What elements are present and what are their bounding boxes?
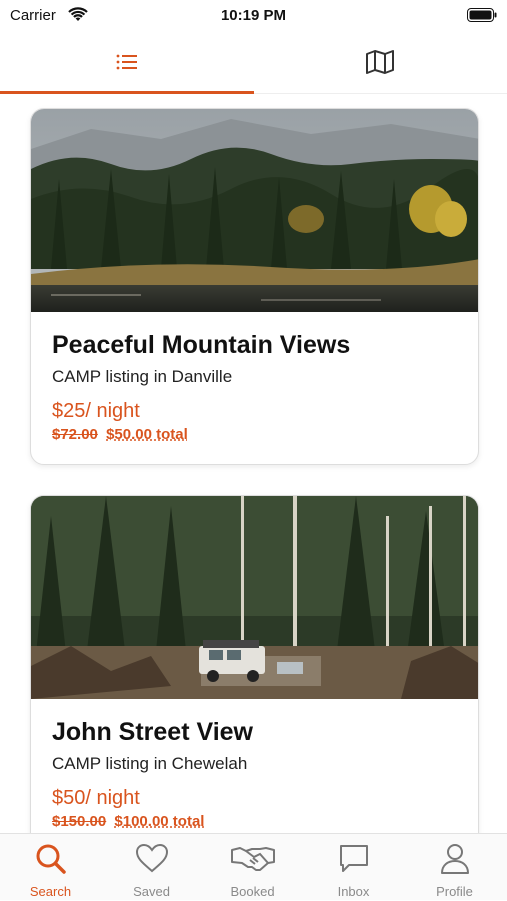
nav-profile[interactable]: Profile: [404, 834, 505, 901]
person-icon: [404, 842, 505, 878]
listing-feed[interactable]: Peaceful Mountain Views CAMP listing in …: [0, 95, 507, 833]
listing-card[interactable]: John Street View CAMP listing in Chewela…: [30, 495, 479, 833]
forest-truck-photo: [31, 496, 478, 699]
chat-icon: [303, 842, 404, 878]
status-bar: Carrier 10:19 PM: [0, 0, 507, 34]
handshake-icon: [202, 842, 303, 878]
nav-inbox[interactable]: Inbox: [303, 834, 404, 901]
lake-forest-photo: [31, 109, 478, 312]
nav-booked[interactable]: Booked: [202, 834, 303, 901]
nav-search[interactable]: Search: [0, 834, 101, 901]
active-tab-indicator: [0, 91, 254, 94]
nav-label: Inbox: [337, 884, 370, 899]
list-icon: [115, 52, 139, 77]
nav-label: Booked: [230, 884, 275, 899]
bottom-tab-bar: Search Saved Booked Inbox Profile: [0, 833, 507, 900]
listing-price: $25/ night: [52, 400, 140, 422]
nav-label: Profile: [436, 884, 473, 899]
listing-totals: $72.00 $50.00 total: [52, 426, 188, 443]
listing-title: Peaceful Mountain Views: [52, 331, 351, 359]
view-toggle-tabs: [0, 34, 507, 94]
discounted-total[interactable]: $100.00 total: [114, 813, 204, 830]
battery-icon: [467, 8, 497, 27]
clock-time: 10:19 PM: [220, 7, 287, 24]
original-total: $72.00: [52, 426, 98, 443]
listing-price: $50/ night: [52, 787, 140, 809]
discounted-total[interactable]: $50.00 total: [106, 426, 188, 443]
nav-saved[interactable]: Saved: [101, 834, 202, 901]
search-icon: [0, 842, 101, 878]
listing-subtitle: CAMP listing in Chewelah: [52, 754, 248, 773]
nav-label: Search: [29, 884, 72, 899]
tab-map-view[interactable]: [253, 34, 506, 94]
heart-icon: [101, 842, 202, 878]
listing-card[interactable]: Peaceful Mountain Views CAMP listing in …: [30, 108, 479, 465]
original-total: $150.00: [52, 813, 107, 830]
nav-label: Saved: [133, 884, 170, 899]
tab-list-view[interactable]: [0, 34, 253, 94]
map-icon: [365, 49, 395, 80]
listing-subtitle: CAMP listing in Danville: [52, 367, 233, 386]
listing-totals: $150.00 $100.00 total: [52, 813, 204, 830]
listing-title: John Street View: [52, 718, 253, 746]
